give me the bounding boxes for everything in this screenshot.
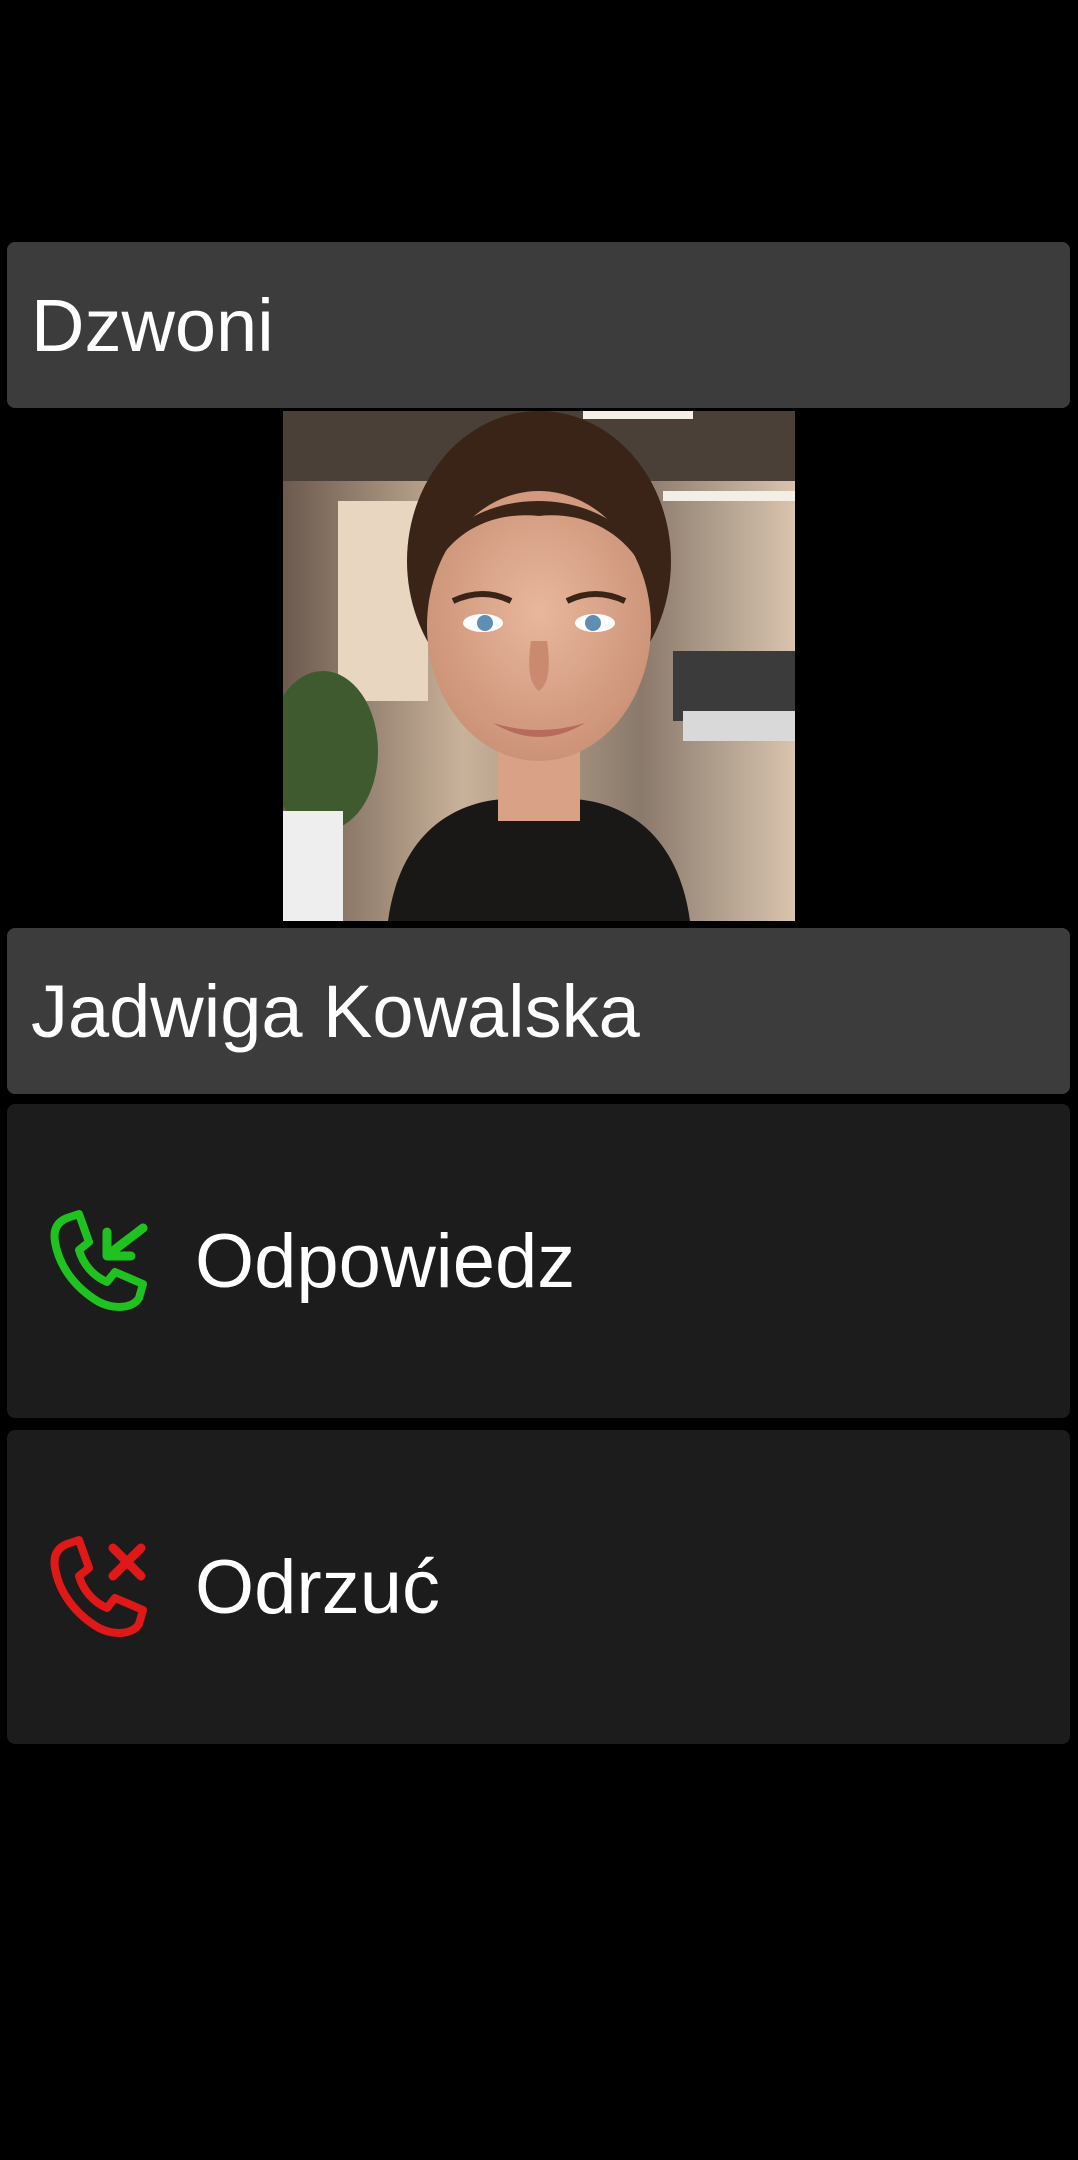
answer-call-button[interactable]: Odpowiedz (7, 1104, 1070, 1418)
reject-call-label: Odrzuć (195, 1544, 440, 1630)
caller-name: Jadwiga Kowalska (31, 969, 640, 1053)
call-status-label: Dzwoni (31, 283, 274, 367)
caller-photo (283, 411, 795, 921)
reject-call-button[interactable]: Odrzuć (7, 1430, 1070, 1744)
phone-incoming-icon (45, 1206, 155, 1316)
call-status-bar: Dzwoni (7, 242, 1070, 408)
caller-name-bar: Jadwiga Kowalska (7, 928, 1070, 1094)
answer-call-label: Odpowiedz (195, 1218, 576, 1304)
phone-decline-icon (45, 1532, 155, 1642)
